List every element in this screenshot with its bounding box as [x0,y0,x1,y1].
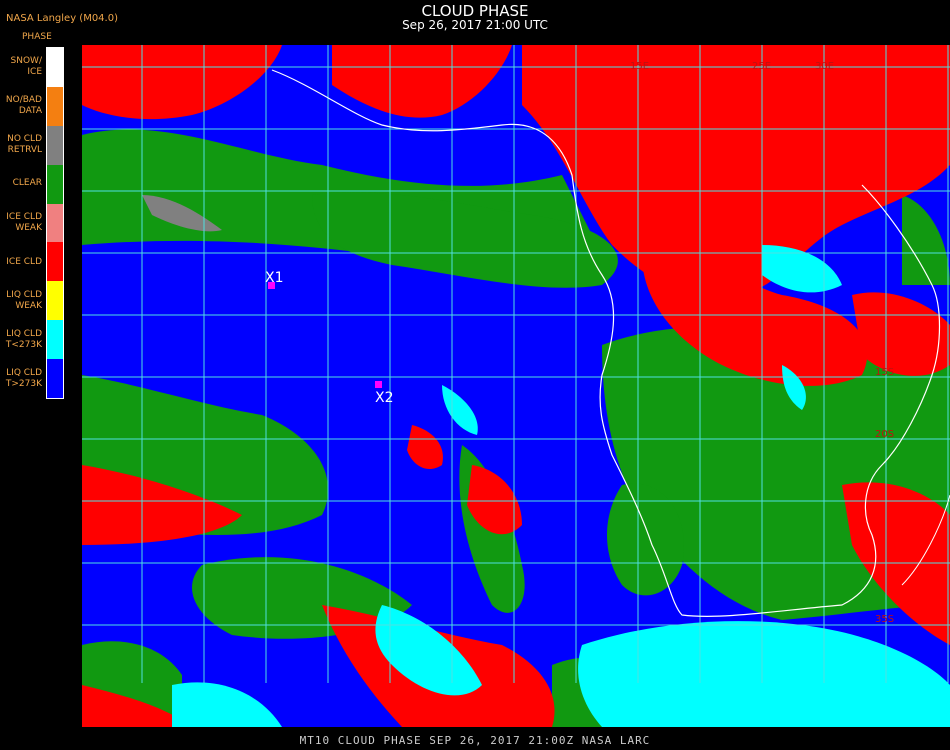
legend-label: LIQ CLD T<273K [5,329,42,351]
map-panel: 15E 25E 30E 15S 20S 35S X1 X2 [82,45,950,727]
legend-label: CLEAR [12,178,42,189]
legend-label: SNOW/ ICE [10,55,42,77]
legend-swatch [47,242,63,282]
cloud-phase-map: 15E 25E 30E 15S 20S 35S X1 X2 [82,45,950,727]
grid-label-35s: 35S [875,614,894,625]
legend-label: LIQ CLD T>273K [5,368,42,390]
grid-label-15s: 15S [875,367,894,378]
legend-swatch [47,125,63,165]
legend-swatch [47,320,63,359]
legend-swatch [47,281,63,321]
legend-title: PHASE [22,32,52,42]
legend-label: ICE CLD WEAK [6,212,42,233]
page-subtitle: Sep 26, 2017 21:00 UTC [402,18,548,32]
legend-label: NO CLD RETRVL [7,133,42,155]
grid-label-30e: 30E [815,61,834,72]
legend-swatch [47,359,63,398]
marker-x1-label: X1 [265,270,284,286]
legend-swatch [47,86,63,126]
marker-x2-dot [375,381,382,388]
marker-x2-label: X2 [375,390,394,406]
legend-swatch [47,203,63,243]
grid-label-25e: 25E [752,61,771,72]
grid-label-15e: 15E [630,61,649,72]
legend: SNOW/ ICE NO/BAD DATA NO CLD RETRVL CLEAR IC… [0,47,80,402]
legend-label: LIQ CLD WEAK [6,290,42,312]
legend-label: NO/BAD DATA [5,94,42,116]
legend-swatch [47,48,63,87]
footer-caption: MT10 CLOUD PHASE SEP 26, 2017 21:00Z NAS… [299,734,651,747]
header: NASA Langley (M04.0) PHASE CLOUD PHASE S… [0,0,950,44]
legend-labels: SNOW/ ICE NO/BAD DATA NO CLD RETRVL CLEAR IC… [0,47,44,402]
legend-swatch [47,164,63,204]
legend-colorbar [46,47,64,399]
legend-label: ICE CLD [6,256,42,267]
grid-label-20s: 20S [875,429,894,440]
